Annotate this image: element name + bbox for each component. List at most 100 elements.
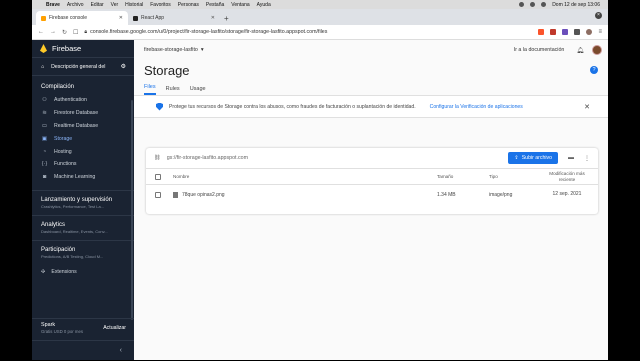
new-tab-icon[interactable]: + xyxy=(224,14,229,23)
file-size: 1.34 MB xyxy=(437,192,456,198)
menu-window[interactable]: Ventana xyxy=(231,2,249,8)
window-close-icon[interactable]: × xyxy=(595,12,602,19)
firestore-icon: ≋ xyxy=(42,110,47,117)
bucket-path: gs://fir-storage-lasfito.appspot.com xyxy=(166,155,248,161)
menu-bookmarks[interactable]: Favoritos xyxy=(150,2,171,8)
brand-name: Firebase xyxy=(52,44,82,53)
sidebar-item-extensions[interactable]: ✣ Extensions xyxy=(32,265,134,279)
menu-edit[interactable]: Editar xyxy=(91,2,104,8)
more-vert-icon[interactable]: ⋮ xyxy=(584,155,590,162)
file-name-cell[interactable]: 78que opinas2.png xyxy=(173,192,437,198)
sidebar-item-machine-learning[interactable]: ◙ Machine Learning xyxy=(32,171,134,184)
file-name: 78que opinas2.png xyxy=(182,192,225,198)
screen: Brave Archivo Editar Ver Historial Favor… xyxy=(0,0,640,360)
sidebar-item-label: Hosting xyxy=(54,148,72,155)
project-name: firebase-storage-lasfito xyxy=(144,47,198,53)
browser-tab-react[interactable]: React App ✕ xyxy=(128,11,220,25)
close-tab-icon[interactable]: ✕ xyxy=(211,15,215,21)
menu-people[interactable]: Personas xyxy=(178,2,199,8)
sidebar-item-label: Authentication xyxy=(54,97,87,104)
sidebar-item-label: Extensions xyxy=(51,268,77,275)
section-title-analytics[interactable]: Analytics xyxy=(32,216,134,228)
file-modified: 12 sep. 2021 xyxy=(552,191,582,198)
col-modified-line1: Modificación más xyxy=(549,171,585,176)
project-selector[interactable]: firebase-storage-lasfito ▾ xyxy=(144,47,204,53)
col-name[interactable]: Nombre xyxy=(173,174,437,179)
menu-help[interactable]: Ayuda xyxy=(257,2,271,8)
section-title-build[interactable]: Compilación xyxy=(32,76,134,94)
bookmark-icon[interactable]: ☐ xyxy=(73,29,78,36)
sidebar-header[interactable]: Firebase xyxy=(32,40,134,58)
browser-menu-icon[interactable]: ≡ xyxy=(598,29,602,35)
section-subtitle-engage: Predictions, A/B Testing, Cloud M... xyxy=(41,253,104,259)
close-tab-icon[interactable]: ✕ xyxy=(119,15,123,21)
new-folder-icon[interactable]: ▬ xyxy=(568,155,574,161)
menu-tab[interactable]: Pestaña xyxy=(206,2,224,8)
page-tabs: Files Rules Usage xyxy=(134,80,608,96)
status-icon[interactable] xyxy=(519,2,525,7)
help-icon[interactable]: ? xyxy=(590,66,598,74)
row-checkbox[interactable] xyxy=(155,192,161,198)
select-all-checkbox[interactable] xyxy=(155,173,161,180)
avatar[interactable] xyxy=(592,45,602,55)
upload-button[interactable]: ⇪ Subir archivo xyxy=(508,152,558,164)
tab-files[interactable]: Files xyxy=(144,84,156,95)
docs-link[interactable]: Ir a la documentación xyxy=(514,47,565,53)
table-row[interactable]: 78que opinas2.png 1.34 MB image/png 12 s… xyxy=(146,185,598,205)
database-icon: ▭ xyxy=(41,122,48,129)
menubar-clock[interactable]: Dom 12 de sep 13:06 xyxy=(552,2,600,8)
menu-history[interactable]: Historial xyxy=(125,2,143,8)
shield-icon xyxy=(156,102,163,111)
col-size[interactable]: Tamaño xyxy=(437,174,489,179)
profile-icon[interactable] xyxy=(586,29,593,35)
search-icon[interactable] xyxy=(541,2,547,7)
col-type[interactable]: Tipo xyxy=(489,174,541,179)
back-icon[interactable]: ← xyxy=(38,29,44,35)
sidebar-item-hosting[interactable]: ◔ Hosting xyxy=(32,145,134,158)
firebase-favicon-icon xyxy=(41,15,46,21)
brave-shield-icon[interactable] xyxy=(538,29,545,35)
table-header: Nombre Tamaño Tipo Modificación más reci… xyxy=(146,169,598,185)
sidebar-item-authentication[interactable]: ⚇ Authentication xyxy=(32,94,134,107)
mac-menubar: Brave Archivo Editar Ver Historial Favor… xyxy=(32,0,608,9)
wifi-icon[interactable] xyxy=(530,2,536,7)
section-title-engage[interactable]: Participación xyxy=(32,241,134,253)
section-subtitle-release: Crashlytics, Performance, Test La... xyxy=(41,203,105,209)
upgrade-button[interactable]: Actualizar xyxy=(103,325,126,331)
app-check-notice: Protege tus recursos de Storage contra l… xyxy=(134,96,608,118)
main-content: firebase-storage-lasfito ▾ Ir a la docum… xyxy=(134,40,608,360)
section-title-release[interactable]: Lanzamiento y supervisión xyxy=(32,191,134,203)
extension-icon[interactable] xyxy=(562,29,569,35)
collapse-sidebar-icon[interactable]: ‹ xyxy=(32,340,134,360)
url-field[interactable]: 🔒︎ console.firebase.google.com/u/0/proje… xyxy=(84,29,532,35)
react-favicon-icon xyxy=(133,15,138,21)
sidebar-item-functions[interactable]: {·} Functions xyxy=(32,158,134,171)
puzzle-icon[interactable] xyxy=(574,29,581,35)
sidebar-item-label: Realtime Database xyxy=(54,122,99,129)
sidebar-scrollbar[interactable] xyxy=(131,100,133,320)
notifications-icon[interactable]: 🔔︎ xyxy=(576,47,584,54)
sidebar-item-overview[interactable]: ⌂ Descripción general del ⚙ xyxy=(32,58,134,76)
robot-icon: ◙ xyxy=(42,174,47,181)
menu-view[interactable]: Ver xyxy=(111,2,119,8)
browser-tab-firebase[interactable]: Firebase console ✕ xyxy=(36,11,128,25)
brave-rewards-icon[interactable] xyxy=(550,29,557,35)
tab-strip: Firebase console ✕ React App ✕ + × xyxy=(32,9,608,25)
app-check-link[interactable]: Configurar la Verificación de aplicacion… xyxy=(430,104,523,110)
gear-icon[interactable]: ⚙ xyxy=(121,63,126,70)
sidebar-item-label: Storage xyxy=(54,135,73,142)
lock-icon[interactable]: 🔒︎ xyxy=(84,29,87,35)
sidebar-item-firestore[interactable]: ≋ Firestore Database xyxy=(32,107,134,120)
col-modified[interactable]: Modificación más reciente xyxy=(541,171,593,182)
reload-icon[interactable]: ↻ xyxy=(62,29,67,36)
menu-app[interactable]: Brave xyxy=(46,2,60,8)
menu-file[interactable]: Archivo xyxy=(67,2,84,8)
tab-rules[interactable]: Rules xyxy=(166,86,180,95)
link-icon[interactable]: ⛓ xyxy=(154,155,161,161)
sidebar-item-realtime-database[interactable]: ▭ Realtime Database xyxy=(32,120,134,133)
tab-title: Firebase console xyxy=(49,15,88,21)
sidebar-item-storage[interactable]: ▣ Storage xyxy=(32,132,134,145)
close-icon[interactable]: ✕ xyxy=(584,103,590,111)
forward-icon[interactable]: → xyxy=(50,29,56,35)
tab-usage[interactable]: Usage xyxy=(190,86,206,95)
